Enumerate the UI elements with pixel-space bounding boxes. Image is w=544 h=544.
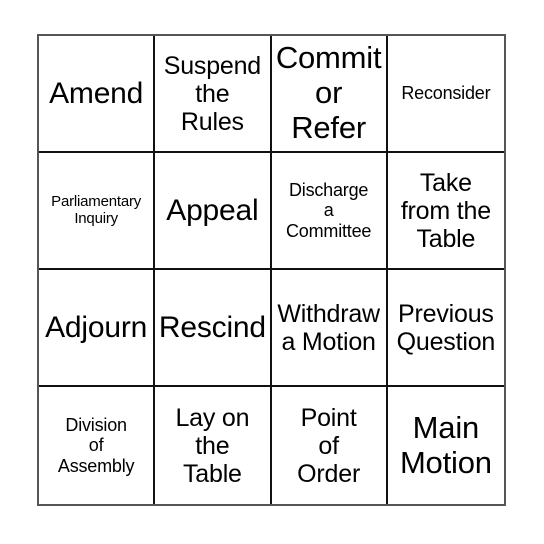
bingo-cell-label: Division of Assembly (57, 415, 135, 476)
bingo-cell[interactable]: Commit or Refer (271, 36, 388, 153)
bingo-cell[interactable]: Lay on the Table (155, 387, 272, 504)
bingo-cell-label: Discharge a Committee (286, 180, 372, 241)
bingo-cell[interactable]: Appeal (155, 153, 272, 270)
bingo-cell-label: Point of Order (297, 403, 361, 488)
bingo-cell[interactable]: Discharge a Committee (271, 153, 388, 270)
bingo-cell[interactable]: Take from the Table (387, 153, 504, 270)
bingo-cell[interactable]: Adjourn (39, 270, 156, 387)
bingo-cell[interactable]: Reconsider (387, 36, 504, 153)
bingo-cell-label: Take from the Table (400, 168, 491, 253)
bingo-cell-label: Withdraw a Motion (277, 299, 380, 356)
bingo-card-grid: Amend Suspend the Rules Commit or Refer Rec… (37, 34, 506, 506)
bingo-cell[interactable]: Amend (39, 36, 156, 153)
bingo-cell[interactable]: Rescind (155, 270, 272, 387)
bingo-cell-label: Adjourn (45, 310, 148, 344)
bingo-cell-label: Parliamentary Inquiry (51, 192, 142, 227)
bingo-cell-label: Commit or Refer (275, 40, 382, 145)
bingo-cell[interactable]: Previous Question (387, 270, 504, 387)
bingo-cell[interactable]: Suspend the Rules (155, 36, 272, 153)
bingo-cell-label: Main Motion (399, 409, 492, 480)
bingo-cell[interactable]: Parliamentary Inquiry (39, 153, 156, 270)
bingo-cell[interactable]: Point of Order (271, 387, 388, 504)
bingo-cell[interactable]: Main Motion (387, 387, 504, 504)
bingo-cell-label: Appeal (166, 193, 259, 227)
bingo-cell-label: Reconsider (401, 83, 491, 104)
bingo-cell-label: Lay on the Table (175, 403, 250, 488)
bingo-cell[interactable]: Division of Assembly (39, 387, 156, 504)
bingo-cell-label: Rescind (158, 310, 266, 344)
bingo-cell-label: Suspend the Rules (163, 51, 262, 136)
bingo-cell-label: Previous Question (396, 299, 496, 356)
bingo-cell-label: Amend (49, 76, 144, 110)
bingo-cell[interactable]: Withdraw a Motion (271, 270, 388, 387)
